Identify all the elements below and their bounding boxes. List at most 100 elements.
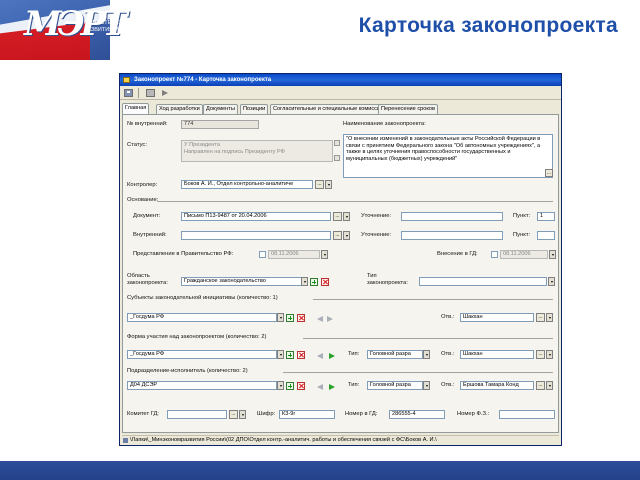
controller-label: Контролер:	[127, 182, 158, 188]
type-field[interactable]	[419, 277, 547, 286]
executor-resp-dropdown-icon[interactable]	[546, 381, 553, 390]
participation-delete-icon[interactable]	[297, 351, 305, 359]
gd-submit-date-dropdown-icon[interactable]	[549, 250, 556, 259]
bill-name-label: Наименование законопроекта:	[343, 121, 426, 127]
executor-prev-icon[interactable]	[317, 383, 324, 390]
bill-name-field[interactable]: "О внесении изменений в законодательные …	[343, 134, 553, 178]
initiative-resp-select-button[interactable]: ...	[536, 313, 545, 322]
gov-submit-date-dropdown-icon[interactable]	[321, 250, 328, 259]
executor-delete-icon[interactable]	[297, 382, 305, 390]
ministry-logo: МЭРТ Министерство экономического развити…	[0, 0, 200, 60]
initiative-field[interactable]: _Госдума РФ	[127, 313, 277, 322]
gov-submit-date-field[interactable]: 08.11.2006	[268, 250, 320, 259]
participation-resp-label: Отв.:	[441, 351, 455, 357]
controller-field[interactable]: Боков А. И., Отдел контрольно-аналитиче	[181, 180, 313, 189]
point2-field[interactable]	[537, 231, 555, 240]
executor-resp-select-button[interactable]: ...	[536, 381, 545, 390]
gd-number-field[interactable]: 286555-4	[389, 410, 445, 419]
tab-positions[interactable]: Позиции	[240, 104, 269, 114]
slide-header: МЭРТ Министерство экономического развити…	[0, 0, 640, 60]
status-label: Статус:	[127, 142, 147, 148]
document-dropdown-icon[interactable]	[343, 212, 350, 221]
tab-commissions[interactable]: Согласительные и специальные комиссии	[270, 104, 387, 114]
initiative-resp-field[interactable]: Шакхан	[460, 313, 534, 322]
executor-type-field[interactable]: Головной разра	[367, 381, 423, 390]
initiative-delete-icon[interactable]	[297, 314, 305, 322]
controller-select-button[interactable]: ...	[315, 180, 324, 189]
toolbar-separator	[138, 88, 139, 98]
area-dropdown-icon[interactable]	[301, 277, 308, 286]
app-icon	[123, 77, 130, 83]
executor-field[interactable]: Д04 ДСЭР	[127, 381, 277, 390]
executor-dropdown-icon[interactable]	[277, 381, 284, 390]
internal-no-field: 774	[181, 120, 259, 129]
initiative-dropdown-icon[interactable]	[277, 313, 284, 322]
fz-number-field[interactable]	[499, 410, 555, 419]
toolbar	[120, 86, 561, 100]
clarification2-field[interactable]	[401, 231, 503, 240]
status-scroll-down-icon[interactable]	[334, 155, 340, 161]
executor-next-icon[interactable]	[329, 383, 336, 390]
basis-separator	[157, 201, 553, 202]
participation-resp-field[interactable]: Шакхан	[460, 350, 534, 359]
tab-deadline-transfer[interactable]: Перенесение сроков	[378, 104, 438, 114]
participation-resp-dropdown-icon[interactable]	[546, 350, 553, 359]
clarification-label: Уточнение:	[361, 213, 392, 219]
gov-submit-checkbox[interactable]	[259, 251, 266, 258]
print-icon[interactable]	[146, 89, 155, 97]
area-add-icon[interactable]	[310, 278, 318, 286]
tab-progress[interactable]: Ход разработки	[156, 104, 203, 114]
type-label-line-2: законопроекта:	[367, 280, 408, 286]
window-title: Законопроект №774 - Карточка законопроек…	[134, 77, 272, 83]
bill-name-more-button[interactable]: ...	[545, 169, 553, 177]
save-icon[interactable]	[124, 89, 133, 97]
controller-dropdown-icon[interactable]	[325, 180, 332, 189]
document-select-button[interactable]: ...	[333, 212, 342, 221]
status-line-1: У Президента	[184, 142, 220, 148]
clarification-field[interactable]	[401, 212, 503, 221]
gd-submit-checkbox[interactable]	[491, 251, 498, 258]
executor-add-icon[interactable]	[286, 382, 294, 390]
point-field[interactable]: 1	[537, 212, 555, 221]
area-delete-icon[interactable]	[321, 278, 329, 286]
participation-type-dropdown-icon[interactable]	[423, 350, 430, 359]
participation-title: Форма участия над законопроектом	[127, 334, 225, 340]
committee-field[interactable]	[167, 410, 227, 419]
initiative-next-icon[interactable]	[327, 315, 334, 322]
executor-count: (количество: 2)	[207, 368, 248, 374]
initiative-resp-label: Отв.:	[441, 314, 455, 320]
participation-next-icon[interactable]	[329, 352, 336, 359]
committee-label: Комитет ГД:	[127, 411, 159, 417]
window-titlebar[interactable]: Законопроект №774 - Карточка законопроек…	[120, 74, 561, 86]
document-field[interactable]: Письмо П13-9487 от 20.04.2006	[181, 212, 331, 221]
executor-type-label: Тип:	[348, 382, 360, 388]
arrow-right-icon[interactable]	[162, 89, 171, 97]
internal-doc-dropdown-icon[interactable]	[343, 231, 350, 240]
participation-label: Форма участия над законопроектом (количе…	[127, 334, 266, 341]
initiative-resp-dropdown-icon[interactable]	[546, 313, 553, 322]
participation-add-icon[interactable]	[286, 351, 294, 359]
area-field[interactable]: Гражданское законодательство	[181, 277, 303, 286]
cipher-field[interactable]: К3-9г	[279, 410, 335, 419]
participation-field[interactable]: _Госдума РФ	[127, 350, 277, 359]
committee-select-button[interactable]: ...	[229, 410, 238, 419]
participation-dropdown-icon[interactable]	[277, 350, 284, 359]
initiative-add-icon[interactable]	[286, 314, 294, 322]
participation-prev-icon[interactable]	[317, 352, 324, 359]
internal-doc-select-button[interactable]: ...	[333, 231, 342, 240]
clarification2-label: Уточнение:	[361, 232, 392, 238]
internal-doc-field[interactable]	[181, 231, 331, 240]
committee-dropdown-icon[interactable]	[239, 410, 246, 419]
participation-type-field[interactable]: Головной разра	[367, 350, 423, 359]
executor-type-dropdown-icon[interactable]	[423, 381, 430, 390]
gd-submit-date-field[interactable]: 08.11.2006	[500, 250, 548, 259]
tab-main[interactable]: Главная	[122, 103, 150, 114]
tab-documents[interactable]: Документы	[203, 104, 238, 114]
bill-card-window: Законопроект №774 - Карточка законопроек…	[119, 73, 562, 446]
type-dropdown-icon[interactable]	[548, 277, 555, 286]
executor-resp-field[interactable]: Ершова Тамара Конд	[460, 381, 534, 390]
participation-resp-select-button[interactable]: ...	[536, 350, 545, 359]
initiative-prev-icon[interactable]	[317, 315, 324, 322]
status-scroll-up-icon[interactable]	[334, 140, 340, 146]
type-label-line-1: Тип	[367, 273, 377, 279]
